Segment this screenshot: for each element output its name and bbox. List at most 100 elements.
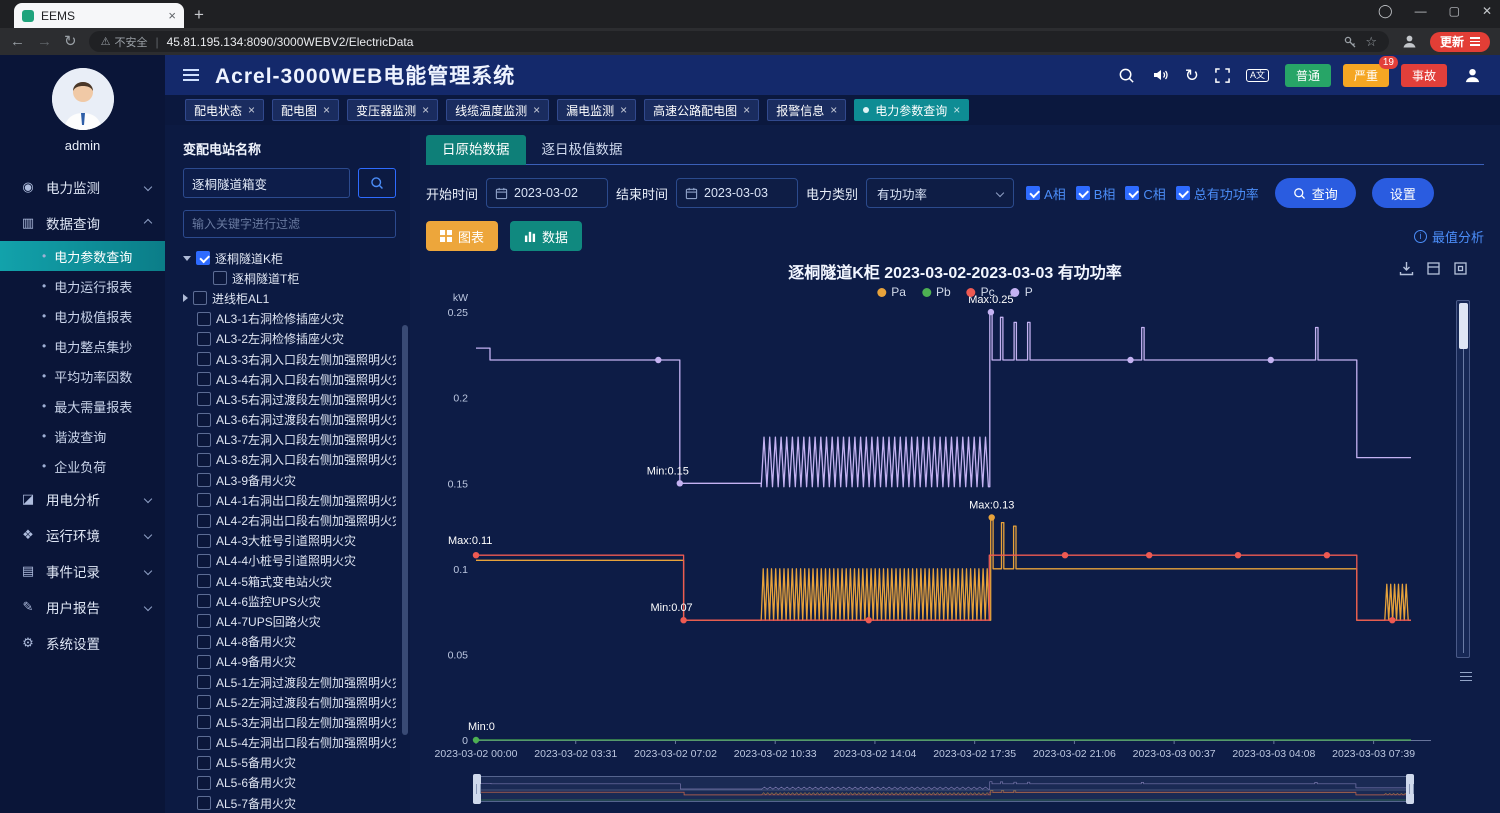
tree-item[interactable]: AL5-2左洞过渡段右侧加强照明火灾 [183,692,396,712]
tree-scrollbar[interactable] [402,325,408,735]
x-axis-zoom-slider[interactable] [476,776,1411,802]
y-zoom-handle[interactable] [1459,303,1468,349]
line-chart[interactable]: 00.050.10.150.20.25kW2023-03-02 00:00202… [426,285,1436,763]
tree-checkbox[interactable] [197,493,211,507]
tree-checkbox[interactable] [197,594,211,608]
close-icon[interactable]: × [743,103,750,117]
tree-item[interactable]: AL4-9备用火灾 [183,652,396,672]
page-tab-chip[interactable]: 配电状态× [185,99,264,121]
caret-open-icon[interactable] [183,256,191,261]
sidebar-subitem[interactable]: •最大需量报表 [0,391,165,421]
tree-checkbox[interactable] [197,614,211,628]
tree-item[interactable]: AL4-6监控UPS火灾 [183,591,396,611]
tree-item[interactable]: AL5-4左洞出口段右侧加强照明火灾 [183,733,396,753]
chart-view-button[interactable]: 图表 [426,221,498,251]
tree-checkbox[interactable] [197,372,211,386]
alarm-badge[interactable]: 事故 [1401,64,1447,87]
sidebar-subitem[interactable]: •电力参数查询 [0,241,165,271]
sidebar-item[interactable]: ✎用户报告 [0,589,165,625]
tree-item[interactable]: AL3-8左洞入口段右侧加强照明火灾 [183,450,396,470]
alarm-badge[interactable]: 严重19 [1343,64,1389,87]
sidebar-item[interactable]: ▥数据查询 [0,205,165,241]
tree-checkbox[interactable] [196,251,210,265]
main-tab[interactable]: 逐日极值数据 [526,135,639,165]
browser-update-button[interactable]: 更新 [1430,32,1490,52]
tree-checkbox[interactable] [197,695,211,709]
checkbox-icon[interactable] [1076,186,1090,200]
translate-icon[interactable]: A文 [1246,69,1269,82]
tree-item[interactable]: AL3-5右洞过渡段左侧加强照明火灾 [183,389,396,409]
phase-checkbox[interactable]: B相 [1076,184,1116,203]
close-icon[interactable]: × [248,103,255,117]
tree-checkbox[interactable] [197,736,211,750]
refresh-icon[interactable]: ↻ [1185,67,1199,84]
tree-item[interactable]: AL4-7UPS回路火灾 [183,611,396,631]
tree-checkbox[interactable] [197,756,211,770]
close-icon[interactable]: × [953,103,960,117]
page-tab-chip[interactable]: 漏电监测× [557,99,636,121]
tree-checkbox[interactable] [197,332,211,346]
tree-item[interactable]: AL4-8备用火灾 [183,632,396,652]
tree-checkbox[interactable] [197,574,211,588]
sidebar-item[interactable]: ⚙系统设置 [0,625,165,661]
page-tab-chip[interactable]: 报警信息× [767,99,846,121]
tree-filter-input[interactable] [183,210,396,238]
phase-checkbox[interactable]: 总有功功率 [1176,184,1259,203]
power-type-select[interactable]: 有功功率 [866,178,1014,208]
tree-item[interactable]: 进线柜AL1 [183,288,396,308]
tree-item[interactable]: AL5-7备用火灾 [183,793,396,813]
zoom-lock-icon[interactable] [1460,669,1472,684]
speaker-icon[interactable] [1151,66,1169,84]
browser-avatar-icon[interactable] [1401,33,1418,50]
query-button[interactable]: 查询 [1275,178,1356,208]
browser-tab[interactable]: EEMS × [14,3,184,28]
checkbox-icon[interactable] [1176,186,1190,200]
tree-item[interactable]: AL5-3左洞出口段左侧加强照明火灾 [183,712,396,732]
sidebar-item[interactable]: ◉电力监测 [0,169,165,205]
tree-item[interactable]: AL3-2左洞检修插座火灾 [183,329,396,349]
sidebar-subitem[interactable]: •谐波查询 [0,421,165,451]
tree-item[interactable]: AL3-4右洞入口段右侧加强照明火灾 [183,369,396,389]
tree-checkbox[interactable] [197,715,211,729]
tree-item[interactable]: 逐桐隧道K柜 [183,248,396,268]
datazoom-right-handle[interactable] [1406,774,1414,804]
main-tab[interactable]: 日原始数据 [426,135,526,165]
checkbox-icon[interactable] [1125,186,1139,200]
tree-item[interactable]: 逐桐隧道T柜 [183,268,396,288]
back-button[interactable]: ← [10,34,25,49]
new-tab-button[interactable]: + [194,5,204,25]
close-icon[interactable]: × [323,103,330,117]
page-tab-chip[interactable]: 电力参数查询× [854,99,969,121]
legend-item[interactable]: P [1011,285,1033,299]
restore-icon[interactable] [1453,261,1468,276]
tree-checkbox[interactable] [197,413,211,427]
bookmark-star-icon[interactable]: ☆ [1365,34,1377,50]
tree-item[interactable]: AL3-3右洞入口段左侧加强照明火灾 [183,349,396,369]
end-date-input[interactable]: 2023-03-03 [676,178,798,208]
tree-checkbox[interactable] [197,433,211,447]
phase-checkbox[interactable]: C相 [1125,184,1165,203]
browser-menu-icon[interactable] [1470,35,1480,48]
tree-item[interactable]: AL5-5备用火灾 [183,753,396,773]
close-icon[interactable]: × [830,103,837,117]
tree-checkbox[interactable] [197,655,211,669]
checkbox-icon[interactable] [1026,186,1040,200]
forward-button[interactable]: → [37,34,52,49]
window-minimize-button[interactable]: — [1415,4,1427,18]
browser-profile-icon[interactable]: ◯ [1378,3,1393,19]
legend-item[interactable]: Pa [877,285,906,299]
window-maximize-button[interactable]: ▢ [1449,4,1460,18]
reload-button[interactable]: ↻ [64,34,77,49]
sidebar-subitem[interactable]: •电力整点集抄 [0,331,165,361]
tree-item[interactable]: AL3-7左洞入口段左侧加强照明火灾 [183,430,396,450]
tree-checkbox[interactable] [197,554,211,568]
menu-toggle-icon[interactable] [183,66,199,84]
sidebar-subitem[interactable]: •电力运行报表 [0,271,165,301]
tree-checkbox[interactable] [197,534,211,548]
page-tab-chip[interactable]: 变压器监测× [347,99,438,121]
search-icon[interactable] [1118,67,1135,84]
window-close-button[interactable]: ✕ [1482,4,1492,18]
tree-checkbox[interactable] [197,635,211,649]
tab-close-icon[interactable]: × [168,8,176,23]
extreme-analysis-link[interactable]: i 最值分析 [1414,227,1484,246]
